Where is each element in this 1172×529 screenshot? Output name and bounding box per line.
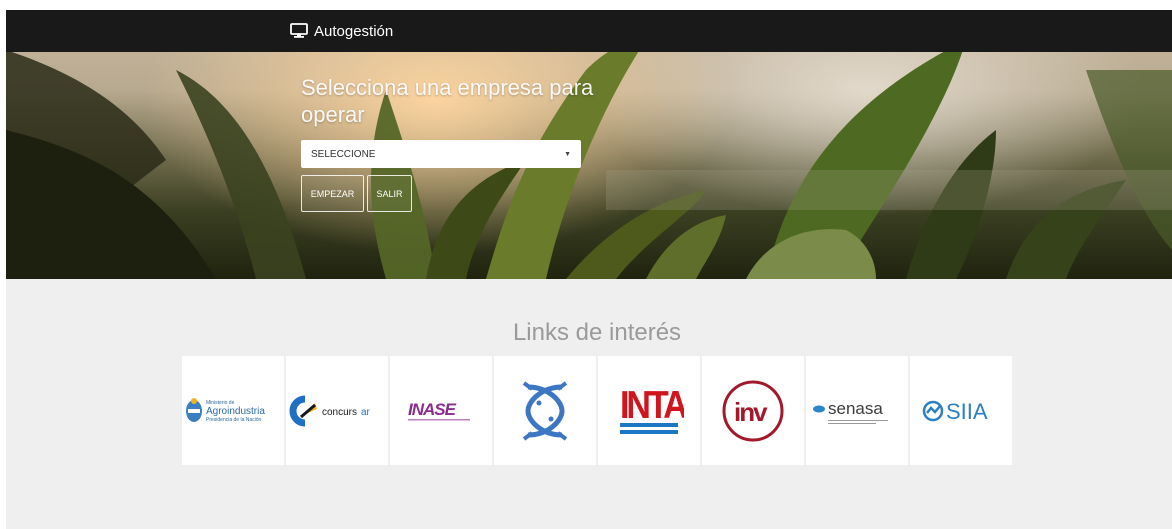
fish-logo-icon bbox=[522, 380, 568, 441]
inase-logo: INASE bbox=[408, 400, 470, 420]
link-tile-inta[interactable]: INTA bbox=[598, 356, 700, 465]
agro-line-3: Presidencia de la Nación bbox=[206, 417, 262, 423]
links-title: Links de interés bbox=[512, 319, 682, 346]
link-tile-senasa[interactable]: senasa bbox=[806, 356, 908, 465]
concursar-text-b: ar bbox=[361, 407, 371, 418]
brand-label: Autogestión bbox=[314, 22, 394, 40]
link-tile-fish[interactable] bbox=[494, 356, 596, 465]
siia-text: SIIA bbox=[946, 399, 988, 424]
start-button[interactable]: EMPEZAR bbox=[301, 175, 364, 212]
agro-line-2: Agroindustria bbox=[206, 406, 265, 417]
caret-down-icon: ▼ bbox=[564, 150, 571, 158]
links-section: Links de interés Ministerio de Agroindus… bbox=[6, 279, 1172, 529]
inv-text: inv bbox=[734, 397, 768, 427]
company-select[interactable]: SELECCIONE ▼ bbox=[301, 140, 581, 168]
company-select-heading: Selecciona una empresa para operar bbox=[301, 75, 594, 127]
siia-logo: SIIA bbox=[922, 399, 988, 424]
link-tile-siia[interactable]: SIIA bbox=[910, 356, 1012, 465]
hero-banner: Autogestión Selecciona una empresa para … bbox=[6, 10, 1172, 279]
senasa-logo: senasa bbox=[813, 399, 888, 424]
agroindustria-logo: Ministerio de Agroindustria Presidencia … bbox=[186, 397, 265, 423]
link-tile-inase[interactable]: INASE bbox=[390, 356, 492, 465]
link-tile-agroindustria[interactable]: Ministerio de Agroindustria Presidencia … bbox=[182, 356, 284, 465]
monitor-icon bbox=[290, 23, 308, 38]
link-tile-concursar[interactable]: concurs ar bbox=[286, 356, 388, 465]
exit-button[interactable]: SALIR bbox=[367, 175, 412, 212]
link-tile-inv[interactable]: inv bbox=[702, 356, 804, 465]
brand-link[interactable]: Autogestión bbox=[290, 21, 393, 41]
concursar-logo: concurs ar bbox=[289, 395, 371, 426]
senasa-text: senasa bbox=[828, 399, 883, 418]
top-navbar bbox=[6, 10, 1172, 52]
concursar-text-a: concurs bbox=[322, 407, 357, 418]
inta-text: INTA bbox=[620, 382, 684, 426]
inv-logo: inv bbox=[722, 380, 784, 441]
company-select-value: SELECCIONE bbox=[311, 148, 376, 160]
inase-text: INASE bbox=[408, 400, 457, 419]
inta-logo: INTA bbox=[620, 382, 684, 434]
